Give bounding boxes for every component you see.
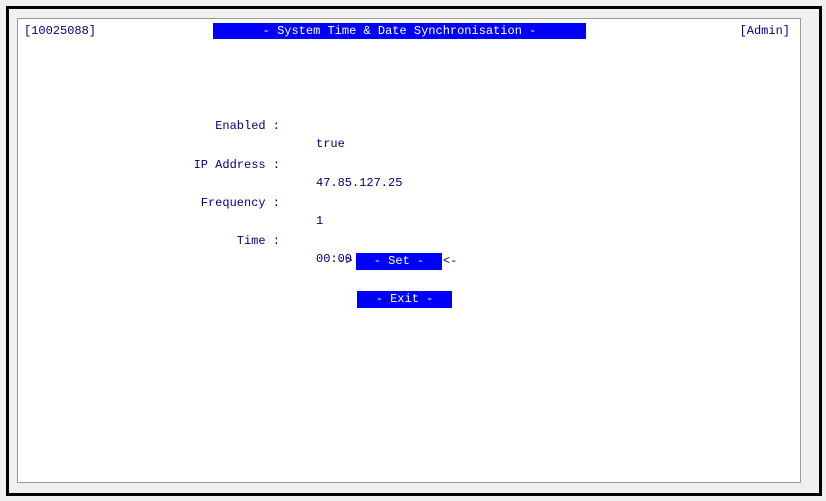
set-arrow-right: <- — [443, 254, 458, 268]
field-label-time: Time : — [236, 234, 280, 248]
field-row-enabled: Enabled : true — [18, 99, 800, 151]
field-row-ip-address: IP Address : 47.85.127.25 — [18, 138, 800, 190]
terminal-screen: [10025088] - System Time & Date Synchron… — [17, 18, 801, 483]
screen-title: - System Time & Date Synchronisation - — [213, 23, 586, 39]
field-label-ip-address: IP Address : — [193, 158, 280, 172]
record-id: [10025088] — [24, 24, 97, 38]
set-button[interactable]: - Set - — [356, 253, 442, 270]
field-row-time: Time : 00:00 — [18, 214, 800, 266]
exit-button[interactable]: - Exit - — [357, 291, 452, 308]
set-arrow-left: -> — [338, 254, 353, 268]
field-label-frequency: Frequency : — [200, 196, 280, 210]
user-role: [Admin] — [739, 24, 790, 38]
field-row-frequency: Frequency : 1 — [18, 176, 800, 228]
field-label-enabled: Enabled : — [215, 119, 280, 133]
